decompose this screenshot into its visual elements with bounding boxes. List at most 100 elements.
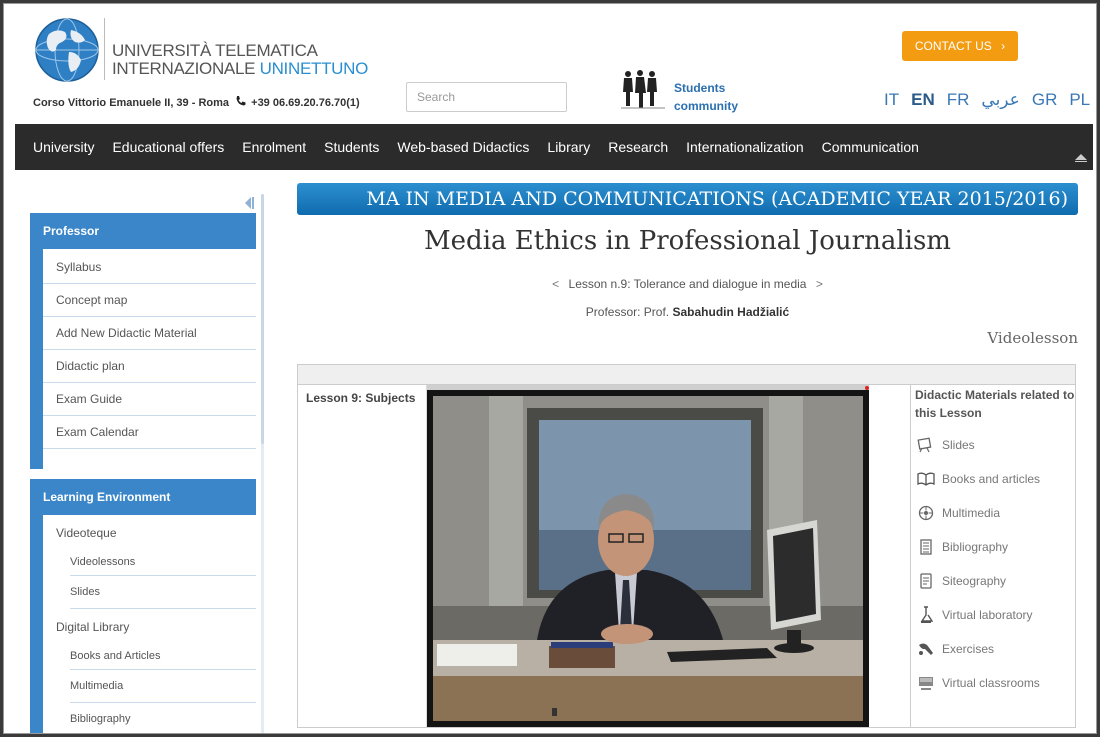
materials-title: Didactic Materials related to this Lesso… xyxy=(915,388,1075,420)
scroll-up-icon[interactable] xyxy=(1075,154,1087,165)
sidebar-item-concept-map[interactable]: Concept map xyxy=(43,284,256,317)
students-community-link[interactable]: Students community xyxy=(674,79,754,115)
sidebar-item-exam-guide[interactable]: Exam Guide xyxy=(43,383,256,416)
sidebar-learning-list: Videoteque Videolessons Slides Digital L… xyxy=(43,515,256,733)
lesson-title: Lesson n.9: Tolerance and dialogue in me… xyxy=(568,277,807,291)
panel-toolbar xyxy=(298,365,1075,385)
sidebar-group-videoteque[interactable]: Videoteque xyxy=(43,515,256,548)
phone-number: +39 06.69.20.76.70(1) xyxy=(251,97,360,109)
professor-name: Sabahudin Hadžialić xyxy=(672,305,790,319)
sidebar-professor: Professor Syllabus Concept map Add New D… xyxy=(30,213,256,469)
material-label: Books and articles xyxy=(942,472,1041,486)
nav-internationalization[interactable]: Internationalization xyxy=(677,139,813,155)
nav-students[interactable]: Students xyxy=(315,139,388,155)
sidebar-learning-heading[interactable]: Learning Environment xyxy=(30,479,256,515)
material-label: Exercises xyxy=(942,642,995,656)
nav-library[interactable]: Library xyxy=(538,139,599,155)
sidebar-scrollbar-thumb[interactable] xyxy=(261,194,264,444)
material-virtual-classrooms[interactable]: Virtual classrooms xyxy=(916,666,1040,700)
nav-university[interactable]: University xyxy=(24,139,103,155)
professor-prefix: Professor: Prof. xyxy=(585,305,670,319)
sidebar-item-add-didactic-material[interactable]: Add New Didactic Material xyxy=(43,317,256,350)
university-name-line1: UNIVERSITÀ TELEMATICA xyxy=(112,41,318,60)
material-siteography[interactable]: Siteography xyxy=(916,564,1040,598)
material-bibliography[interactable]: Bibliography xyxy=(916,530,1040,564)
material-exercises[interactable]: Exercises xyxy=(916,632,1040,666)
prev-lesson-link[interactable]: < xyxy=(552,277,559,291)
professor-line: Professor: Prof. Sabahudin Hadžialić xyxy=(297,305,1078,319)
videolesson-panel: Lesson 9: Subjects Didactic Materials re… xyxy=(297,364,1076,728)
lesson-navigation: < Lesson n.9: Tolerance and dialogue in … xyxy=(297,277,1078,291)
sidebar-item-syllabus[interactable]: Syllabus xyxy=(43,251,256,284)
classroom-icon xyxy=(916,674,936,692)
material-books-articles[interactable]: Books and articles xyxy=(916,462,1040,496)
multimedia-icon xyxy=(916,504,936,522)
sidebar-professor-list: Syllabus Concept map Add New Didactic Ma… xyxy=(43,249,256,469)
sidebar-learning-environment: Learning Environment Videoteque Videoles… xyxy=(30,479,256,733)
address-line: Corso Vittorio Emanuele II, 39 - Roma +3… xyxy=(33,95,360,109)
material-label: Slides xyxy=(942,438,975,452)
next-lesson-link[interactable]: > xyxy=(816,277,823,291)
lang-gr[interactable]: GR xyxy=(1032,90,1058,110)
browser-frame: UNIVERSITÀ TELEMATICA INTERNAZIONALE UNI… xyxy=(3,3,1097,734)
page: UNIVERSITÀ TELEMATICA INTERNAZIONALE UNI… xyxy=(15,4,1093,733)
address-text: Corso Vittorio Emanuele II, 39 - Roma xyxy=(33,97,230,109)
sidebar-item-bibliography[interactable]: Bibliography xyxy=(70,703,256,733)
lang-fr[interactable]: FR xyxy=(947,90,970,110)
sidebar-item-slides[interactable]: Slides xyxy=(70,576,256,609)
material-slides[interactable]: Slides xyxy=(916,428,1040,462)
lang-it[interactable]: IT xyxy=(884,90,899,110)
sidebar-item-didactic-plan[interactable]: Didactic plan xyxy=(43,350,256,383)
lang-en[interactable]: EN xyxy=(911,90,935,110)
course-title: Media Ethics in Professional Journalism xyxy=(424,226,951,256)
bibliography-icon xyxy=(916,538,936,556)
material-label: Siteography xyxy=(942,574,1007,588)
material-virtual-laboratory[interactable]: Virtual laboratory xyxy=(916,598,1040,632)
language-switcher: IT EN FR عربي GR PL xyxy=(884,90,1096,110)
university-name-prefix: INTERNAZIONALE xyxy=(112,59,260,78)
program-banner: MA IN MEDIA AND COMMUNICATIONS (ACADEMIC… xyxy=(297,183,1078,215)
section-label: Videolesson xyxy=(987,329,1078,347)
chevron-right-icon: › xyxy=(1001,39,1006,53)
sidebar-group-digital-library[interactable]: Digital Library xyxy=(43,609,256,642)
lang-pl[interactable]: PL xyxy=(1069,90,1090,110)
video-player[interactable] xyxy=(427,390,869,727)
sidebar-collapse-icon[interactable] xyxy=(245,197,254,212)
nav-enrolment[interactable]: Enrolment xyxy=(233,139,315,155)
search-input[interactable] xyxy=(406,82,567,112)
lesson-subjects-label[interactable]: Lesson 9: Subjects xyxy=(306,391,415,405)
lab-icon xyxy=(916,606,936,624)
sidebar-professor-heading[interactable]: Professor xyxy=(30,213,256,249)
slides-icon xyxy=(916,436,936,454)
main-nav: University Educational offers Enrolment … xyxy=(15,124,1093,170)
material-label: Virtual classrooms xyxy=(942,676,1040,690)
sidebar-item-books-articles[interactable]: Books and Articles xyxy=(70,642,256,670)
nav-web-based-didactics[interactable]: Web-based Didactics xyxy=(388,139,538,155)
material-label: Multimedia xyxy=(942,506,1001,520)
nav-communication[interactable]: Communication xyxy=(813,139,928,155)
logo-divider xyxy=(104,18,105,80)
university-name[interactable]: UNIVERSITÀ TELEMATICA INTERNAZIONALE UNI… xyxy=(112,42,368,78)
siteography-icon xyxy=(916,572,936,590)
contact-us-label: CONTACT US xyxy=(914,39,992,53)
material-multimedia[interactable]: Multimedia xyxy=(916,496,1040,530)
phone-icon xyxy=(235,95,246,109)
students-community-icon[interactable] xyxy=(619,68,669,110)
materials-list: Slides Books and articles Multimedia Bib… xyxy=(916,428,1040,700)
sidebar-item-videolessons[interactable]: Videolessons xyxy=(70,548,256,576)
community-line1: Students xyxy=(674,81,726,95)
material-label: Bibliography xyxy=(942,540,1009,554)
lang-ar[interactable]: عربي xyxy=(981,90,1019,110)
sidebar-item-exam-calendar[interactable]: Exam Calendar xyxy=(43,416,256,449)
nav-research[interactable]: Research xyxy=(599,139,677,155)
contact-us-button[interactable]: CONTACT US › xyxy=(902,31,1018,61)
material-label: Virtual laboratory xyxy=(942,608,1033,622)
community-line2: community xyxy=(674,99,739,113)
exercises-icon xyxy=(916,640,936,658)
university-brand: UNINETTUNO xyxy=(259,59,369,78)
materials-divider xyxy=(910,385,911,727)
sidebar-item-multimedia[interactable]: Multimedia xyxy=(70,670,256,703)
nav-educational-offers[interactable]: Educational offers xyxy=(103,139,233,155)
university-logo-icon[interactable] xyxy=(31,16,103,84)
book-icon xyxy=(916,470,936,488)
